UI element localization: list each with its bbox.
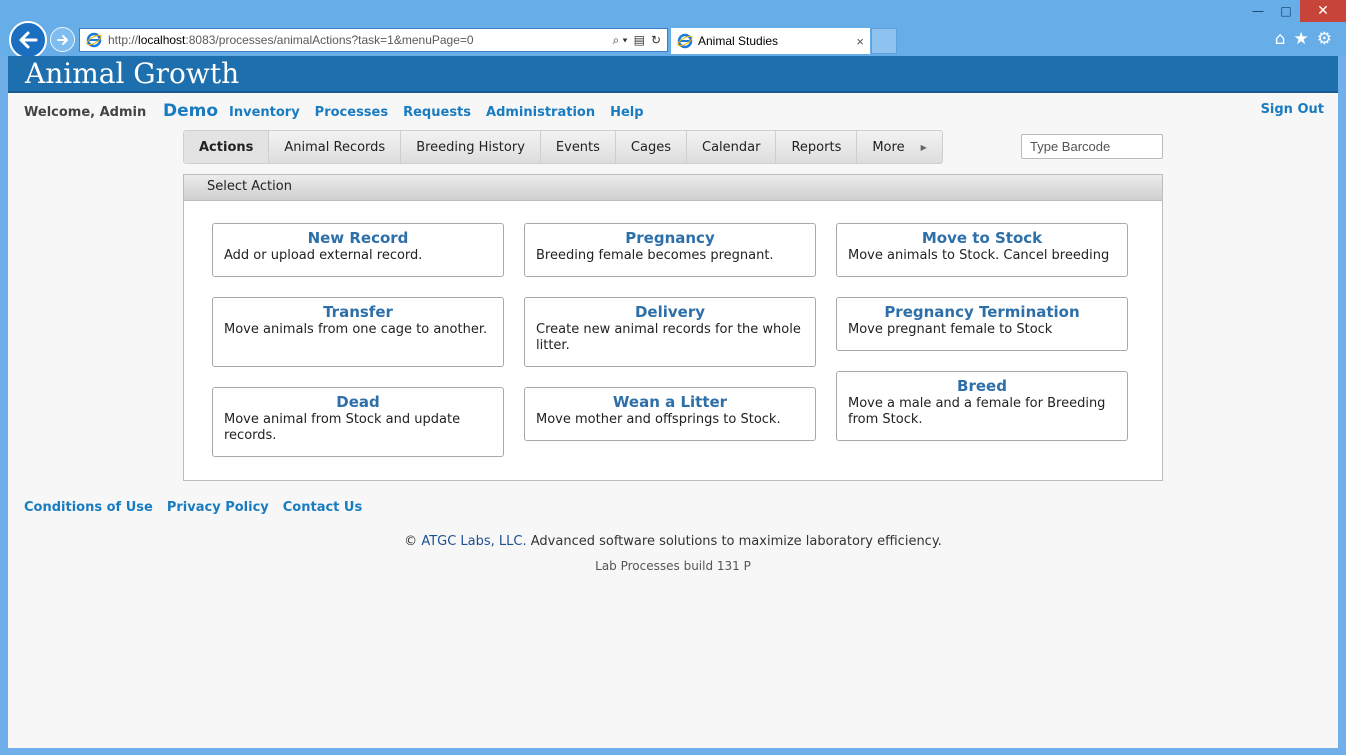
top-navigation: Welcome, Admin Demo Inventory Processes … [24,101,1324,125]
ie-logo-icon [86,32,102,48]
action-description: Move a male and a female for Breeding fr… [848,396,1106,427]
action-title: Pregnancy Termination [884,303,1080,321]
chevron-right-icon: ▶ [920,142,927,152]
menu-requests[interactable]: Requests [403,105,471,120]
tab-reports[interactable]: Reports [776,131,858,163]
action-title: Delivery [634,303,706,321]
action-description: Move mother and offsprings to Stock. [536,412,781,427]
minimize-button[interactable]: — [1244,0,1272,22]
action-description: Move pregnant female to Stock [848,322,1053,337]
action-description: Add or upload external record. [224,248,423,263]
gear-icon[interactable]: ⚙ [1317,29,1332,49]
arrow-left-icon [19,31,38,49]
maximize-button[interactable]: □ [1272,0,1300,22]
favorites-icon[interactable]: ★ [1294,29,1309,49]
panel-title: Select Action [184,175,1162,201]
app-banner: Animal Growth [8,56,1338,93]
privacy-policy-link[interactable]: Privacy Policy [167,500,269,515]
action-description: Breeding female becomes pregnant. [536,248,774,263]
menu-help[interactable]: Help [610,105,643,120]
action-delivery[interactable]: Delivery Create new animal records for t… [524,297,816,367]
copyright-symbol: © [404,534,418,549]
action-breed[interactable]: Breed Move a male and a female for Breed… [836,371,1128,441]
action-wean-a-litter[interactable]: Wean a Litter Move mother and offsprings… [524,387,816,441]
app-title: Animal Growth [25,57,240,90]
tab-title: Animal Studies [698,34,779,48]
action-title: Pregnancy [625,229,715,247]
window-controls: — □ ✕ [1244,0,1346,22]
action-pregnancy-termination[interactable]: Pregnancy Termination Move pregnant fema… [836,297,1128,351]
action-title: New Record [307,229,409,247]
action-description: Create new animal records for the whole … [536,322,801,353]
tab-more-label: More [872,139,905,155]
tab-calendar[interactable]: Calendar [687,131,777,163]
forward-button[interactable] [50,27,75,52]
new-tab-button[interactable] [871,28,897,54]
compatibility-icon[interactable]: ▤ [634,33,645,47]
action-description: Move animals to Stock. Cancel breeding [848,248,1110,263]
company-link[interactable]: ATGC Labs, LLC. [421,534,526,549]
tab-close-icon[interactable]: × [856,34,864,49]
url-text: http://localhost:8083/processes/animalAc… [108,33,474,47]
action-title: Transfer [323,303,393,321]
browser-tools: ⌂ ★ ⚙ [1275,29,1332,49]
tab-breeding-history[interactable]: Breeding History [401,131,541,163]
tab-cages[interactable]: Cages [616,131,687,163]
browser-tab-active[interactable]: Animal Studies × [671,28,870,54]
tab-animal-records[interactable]: Animal Records [269,131,402,163]
page-viewport: Animal Growth Welcome, Admin Demo Invent… [8,56,1338,748]
action-transfer[interactable]: Transfer Move animals from one cage to a… [212,297,504,367]
home-icon[interactable]: ⌂ [1275,29,1286,49]
copyright-line: © ATGC Labs, LLC. Advanced software solu… [8,534,1338,549]
refresh-icon[interactable]: ↻ [651,33,661,47]
tab-actions[interactable]: Actions [184,131,270,163]
welcome-text: Welcome, Admin [24,105,147,120]
arrow-right-icon [56,34,68,45]
section-tabs: Actions Animal Records Breeding History … [183,130,943,164]
action-pregnancy[interactable]: Pregnancy Breeding female becomes pregna… [524,223,816,277]
action-new-record[interactable]: New Record Add or upload external record… [212,223,504,277]
close-window-button[interactable]: ✕ [1300,0,1346,22]
action-move-to-stock[interactable]: Move to Stock Move animals to Stock. Can… [836,223,1128,277]
menu-inventory[interactable]: Inventory [229,105,300,120]
menu-administration[interactable]: Administration [486,105,595,120]
action-title: Breed [957,377,1007,395]
build-info: Lab Processes build 131 P [595,559,751,573]
tab-events[interactable]: Events [541,131,616,163]
ie-tab-icon [677,33,693,49]
menu-processes[interactable]: Processes [315,105,388,120]
barcode-input[interactable]: Type Barcode [1021,134,1163,159]
action-title: Move to Stock [921,229,1043,247]
action-title: Dead [336,393,380,411]
address-bar[interactable]: http://localhost:8083/processes/animalAc… [79,28,668,52]
back-button[interactable] [9,21,47,59]
action-dead[interactable]: Dead Move animal from Stock and update r… [212,387,504,457]
action-description: Move animals from one cage to another. [224,322,488,337]
actions-panel: Select Action New Record Add or upload e… [183,174,1163,481]
tab-more[interactable]: More ▶ [857,131,941,163]
search-icon[interactable]: ⌕ ▾ [612,33,627,48]
action-title: Wean a Litter [612,393,728,411]
demo-link[interactable]: Demo [163,101,218,121]
footer-links: Conditions of Use Privacy Policy Contact… [24,500,362,515]
contact-us-link[interactable]: Contact Us [283,500,362,515]
action-description: Move animal from Stock and update record… [224,412,461,443]
main-menu: Inventory Processes Requests Administrat… [229,105,644,120]
tagline: Advanced software solutions to maximize … [530,534,942,549]
sign-out-link[interactable]: Sign Out [1261,102,1324,117]
browser-chrome: http://localhost:8083/processes/animalAc… [0,0,1346,59]
conditions-of-use-link[interactable]: Conditions of Use [24,500,153,515]
